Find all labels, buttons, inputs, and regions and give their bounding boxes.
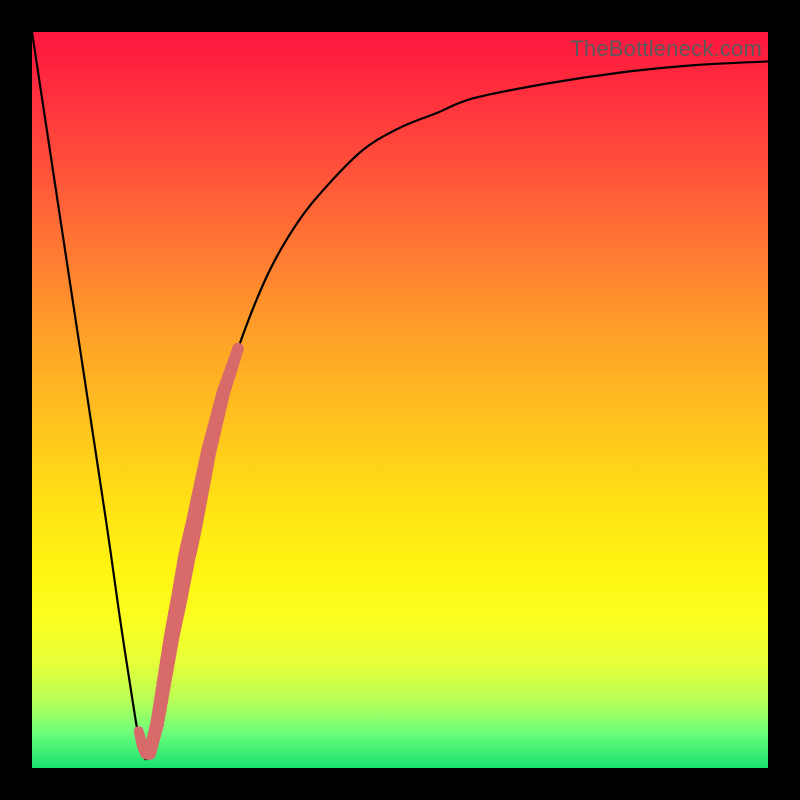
highlight-bead: [232, 343, 244, 355]
plot-area: TheBottleneck.com: [32, 32, 768, 768]
bottleneck-curve: [32, 32, 768, 759]
curve-layer: [32, 32, 768, 768]
chart-frame: TheBottleneck.com: [0, 0, 800, 800]
watermark-text: TheBottleneck.com: [570, 36, 762, 62]
highlight-beads: [134, 343, 244, 760]
